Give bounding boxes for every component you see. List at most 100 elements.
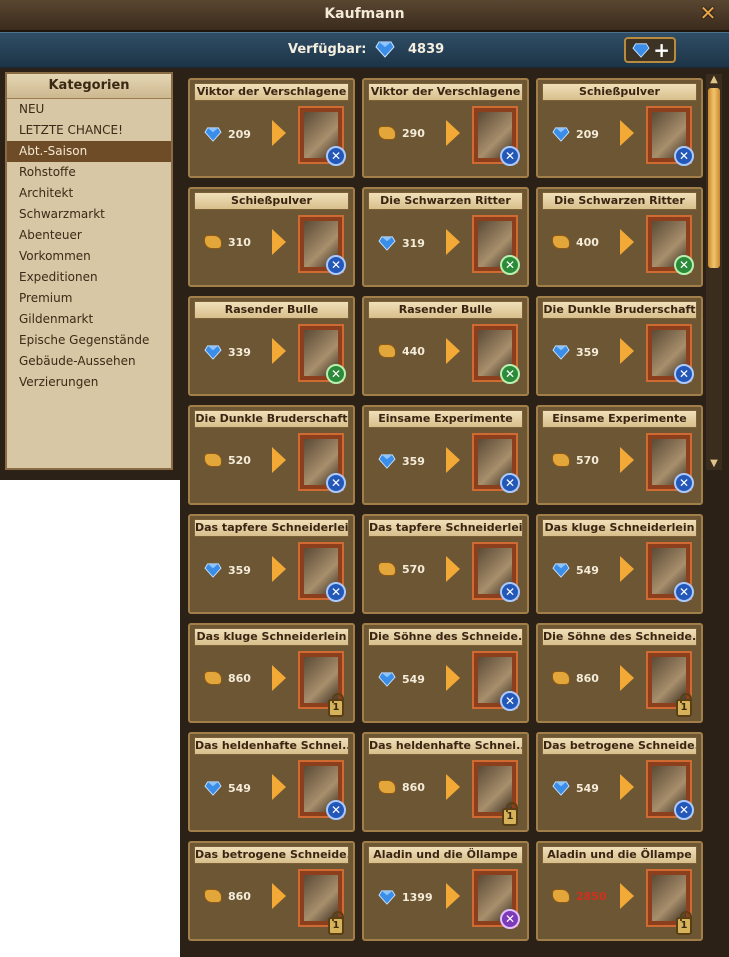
offer-name: Schießpulver bbox=[542, 83, 697, 101]
reward-image: ✕ bbox=[646, 106, 694, 166]
reward-image: ✕ bbox=[298, 760, 346, 820]
sidebar-item-schwarzmarkt[interactable]: Schwarzmarkt bbox=[7, 204, 171, 225]
offer-cost: 570 bbox=[378, 562, 425, 576]
offer-card[interactable]: Aladin und die Öllampe 1399 ✕ bbox=[362, 841, 529, 941]
diamond-icon bbox=[552, 562, 570, 578]
offer-name: Einsame Experimente bbox=[542, 410, 697, 428]
offer-card[interactable]: Viktor der Verschlagene 290 ✕ bbox=[362, 78, 529, 178]
sidebar-item-architekt[interactable]: Architekt bbox=[7, 183, 171, 204]
diamond-icon bbox=[204, 562, 222, 578]
quest-badge-icon: ✕ bbox=[674, 255, 694, 275]
offer-card[interactable]: Einsame Experimente 570 ✕ bbox=[536, 405, 703, 505]
offer-card[interactable]: Das heldenhafte Schnei... 549 ✕ bbox=[188, 732, 355, 832]
offer-card[interactable]: Das tapfere Schneiderlein 359 ✕ bbox=[188, 514, 355, 614]
sidebar-item-letzte-chance[interactable]: LETZTE CHANCE! bbox=[7, 120, 171, 141]
lock-icon: 1 bbox=[328, 911, 344, 935]
exchange-arrow-icon bbox=[272, 447, 286, 473]
offer-card[interactable]: Rasender Bulle 440 ✕ bbox=[362, 296, 529, 396]
offer-name: Einsame Experimente bbox=[368, 410, 523, 428]
quest-badge-icon: ✕ bbox=[674, 473, 694, 493]
sidebar-item-verzierungen[interactable]: Verzierungen bbox=[7, 372, 171, 393]
exchange-arrow-icon bbox=[620, 556, 634, 582]
diamond-icon bbox=[552, 344, 570, 360]
lock-icon: 1 bbox=[676, 693, 692, 717]
sidebar-item-expeditionen[interactable]: Expeditionen bbox=[7, 267, 171, 288]
reward-image: ✕ bbox=[646, 760, 694, 820]
offer-card[interactable]: Das kluge Schneiderlein 549 ✕ bbox=[536, 514, 703, 614]
offer-cost: 440 bbox=[378, 344, 425, 358]
sidebar-item-gebäude-aussehen[interactable]: Gebäude-Aussehen bbox=[7, 351, 171, 372]
offer-card[interactable]: Die Dunkle Bruderschaft 359 ✕ bbox=[536, 296, 703, 396]
offer-card[interactable]: Die Söhne des Schneide... 860 1 bbox=[536, 623, 703, 723]
offer-card[interactable]: Schießpulver 310 ✕ bbox=[188, 187, 355, 287]
offer-card[interactable]: Rasender Bulle 339 ✕ bbox=[188, 296, 355, 396]
offer-price: 359 bbox=[576, 345, 599, 359]
availability-bar: Verfügbar: 4839 + bbox=[0, 32, 729, 69]
offer-cost: 520 bbox=[204, 453, 251, 467]
offer-card[interactable]: Das kluge Schneiderlein 860 1 bbox=[188, 623, 355, 723]
sidebar-item-abenteuer[interactable]: Abenteuer bbox=[7, 225, 171, 246]
offer-card[interactable]: Das heldenhafte Schnei... 860 1 bbox=[362, 732, 529, 832]
offer-name: Das tapfere Schneiderlein bbox=[368, 519, 523, 537]
sidebar-item-abt-saison[interactable]: Abt.-Saison bbox=[7, 141, 171, 162]
quest-badge-icon: ✕ bbox=[500, 255, 520, 275]
diamond-icon bbox=[552, 780, 570, 796]
offer-cost: 359 bbox=[204, 562, 251, 578]
category-list: NEU LETZTE CHANCE! Abt.-Saison Rohstoffe Arc… bbox=[7, 99, 171, 393]
sidebar-item-neu[interactable]: NEU bbox=[7, 99, 171, 120]
plus-icon: + bbox=[653, 38, 670, 62]
reward-image: ✕ bbox=[472, 651, 520, 711]
quest-badge-icon: ✕ bbox=[500, 146, 520, 166]
reward-image: ✕ bbox=[646, 433, 694, 493]
offer-card[interactable]: Aladin und die Öllampe 2850 1 bbox=[536, 841, 703, 941]
scroll-up-arrow-icon[interactable]: ▲ bbox=[706, 74, 722, 86]
sidebar-header: Kategorien bbox=[7, 74, 171, 99]
add-diamonds-button[interactable]: + bbox=[624, 37, 676, 63]
offer-card[interactable]: Schießpulver 209 ✕ bbox=[536, 78, 703, 178]
offer-name: Das betrogene Schneide... bbox=[542, 737, 697, 755]
offer-card[interactable]: Die Schwarzen Ritter 319 ✕ bbox=[362, 187, 529, 287]
reward-image: ✕ bbox=[472, 433, 520, 493]
offer-card[interactable]: Das betrogene Schneide... 860 1 bbox=[188, 841, 355, 941]
sidebar-item-premium[interactable]: Premium bbox=[7, 288, 171, 309]
coin-icon bbox=[378, 780, 396, 794]
offer-card[interactable]: Einsame Experimente 359 ✕ bbox=[362, 405, 529, 505]
offer-name: Das betrogene Schneide... bbox=[194, 846, 349, 864]
reward-image: ✕ bbox=[472, 542, 520, 602]
sidebar-item-gildenmarkt[interactable]: Gildenmarkt bbox=[7, 309, 171, 330]
sidebar-item-rohstoffe[interactable]: Rohstoffe bbox=[7, 162, 171, 183]
offer-price: 549 bbox=[576, 563, 599, 577]
quest-badge-icon: ✕ bbox=[326, 146, 346, 166]
offer-card[interactable]: Die Schwarzen Ritter 400 ✕ bbox=[536, 187, 703, 287]
offer-price: 359 bbox=[228, 563, 251, 577]
diamond-icon bbox=[632, 42, 650, 62]
exchange-arrow-icon bbox=[272, 338, 286, 364]
offer-name: Rasender Bulle bbox=[194, 301, 349, 319]
reward-image: ✕ bbox=[298, 433, 346, 493]
offer-name: Die Dunkle Bruderschaft bbox=[194, 410, 349, 428]
offer-name: Schießpulver bbox=[194, 192, 349, 210]
offers-scrollbar[interactable]: ▲ ▼ bbox=[706, 74, 722, 470]
offer-price: 2850 bbox=[576, 889, 607, 903]
offer-card[interactable]: Die Söhne des Schneide... 549 ✕ bbox=[362, 623, 529, 723]
offer-card[interactable]: Die Dunkle Bruderschaft 520 ✕ bbox=[188, 405, 355, 505]
exchange-arrow-icon bbox=[620, 665, 634, 691]
scroll-thumb[interactable] bbox=[708, 88, 720, 268]
sidebar-item-epische-gegenstände[interactable]: Epische Gegenstände bbox=[7, 330, 171, 351]
offer-name: Das tapfere Schneiderlein bbox=[194, 519, 349, 537]
sidebar-item-vorkommen[interactable]: Vorkommen bbox=[7, 246, 171, 267]
coin-icon bbox=[378, 126, 396, 140]
exchange-arrow-icon bbox=[446, 883, 460, 909]
offer-cost: 2850 bbox=[552, 889, 607, 903]
offer-name: Das heldenhafte Schnei... bbox=[194, 737, 349, 755]
offer-card[interactable]: Viktor der Verschlagene 209 ✕ bbox=[188, 78, 355, 178]
close-icon[interactable]: ✕ bbox=[697, 2, 719, 24]
reward-image: ✕ bbox=[298, 324, 346, 384]
scroll-down-arrow-icon[interactable]: ▼ bbox=[706, 458, 722, 470]
quest-badge-icon: ✕ bbox=[326, 473, 346, 493]
availability-label: Verfügbar: bbox=[288, 42, 367, 57]
offer-card[interactable]: Das tapfere Schneiderlein 570 ✕ bbox=[362, 514, 529, 614]
offer-price: 290 bbox=[402, 126, 425, 140]
offer-card[interactable]: Das betrogene Schneide... 549 ✕ bbox=[536, 732, 703, 832]
diamond-icon bbox=[378, 671, 396, 687]
